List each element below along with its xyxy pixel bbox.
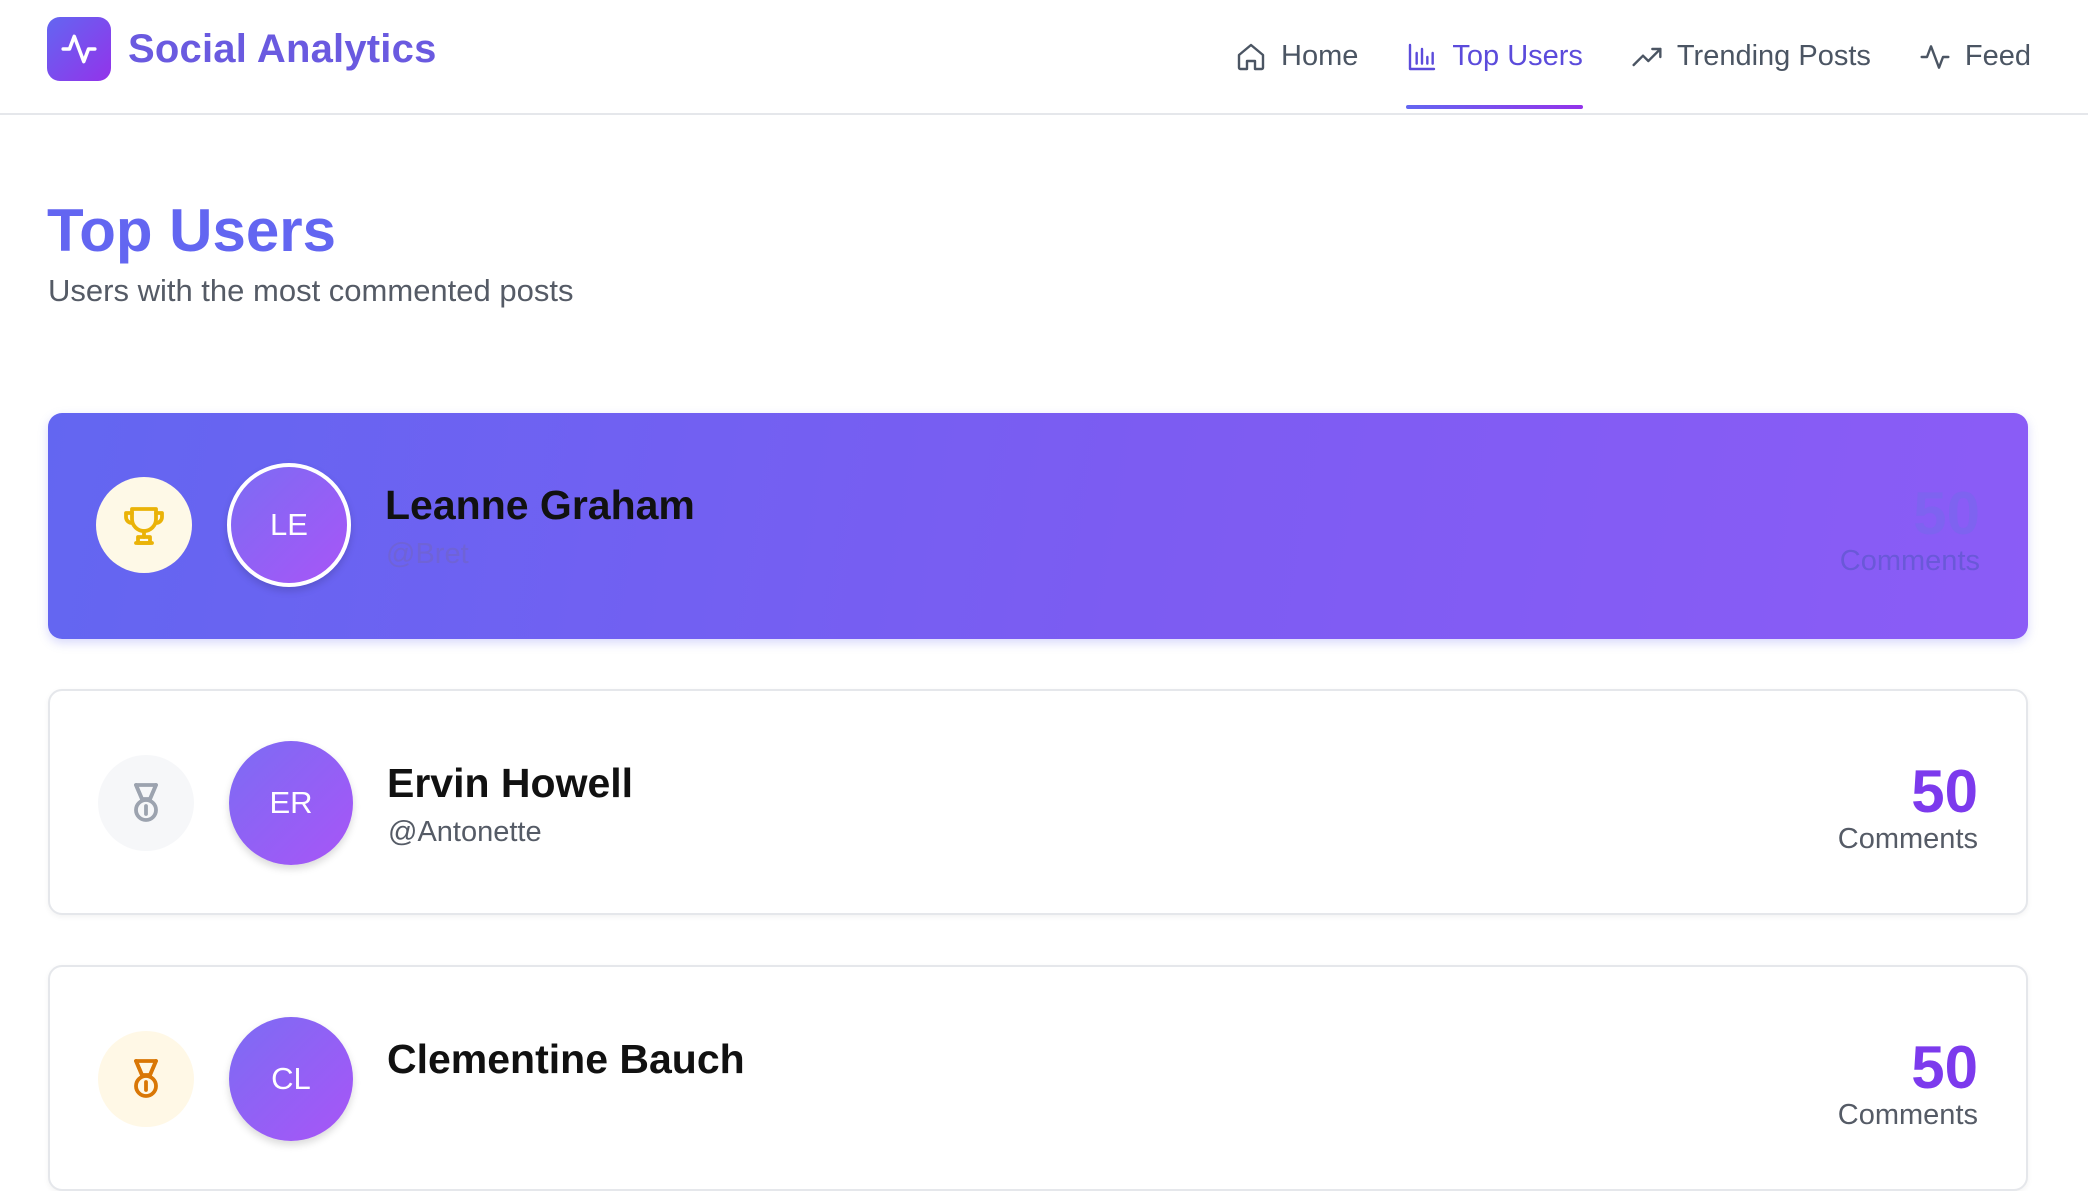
nav-item-label: Feed [1964, 40, 2031, 72]
nav-item-trending-posts[interactable]: Trending Posts [1631, 0, 1871, 113]
medal-icon [98, 755, 194, 851]
nav-item-label: Trending Posts [1676, 40, 1871, 72]
brand[interactable]: Social Analytics [47, 17, 437, 81]
user-handle: @Antonette [388, 816, 542, 848]
nav-item-top-users[interactable]: Top Users [1406, 0, 1583, 113]
page-title: Top Users [47, 197, 336, 264]
nav-item-label: Home [1281, 40, 1359, 72]
avatar: LE [227, 463, 351, 587]
activity-pulse-icon [47, 17, 111, 81]
top-navbar: Social Analytics Home Top Users Trending… [0, 0, 2088, 115]
comment-count: 50 [1911, 758, 1978, 825]
comment-count: 50 [1913, 480, 1980, 547]
avatar: CL [229, 1017, 353, 1141]
page-subtitle: Users with the most commented posts [48, 273, 574, 308]
comment-count: 50 [1911, 1034, 1978, 1101]
trending-up-icon [1631, 41, 1663, 73]
user-handle: @Bret [386, 538, 469, 570]
user-name: Clementine Bauch [387, 1036, 745, 1082]
activity-icon [1919, 41, 1951, 73]
app-title: Social Analytics [128, 26, 437, 71]
user-name: Ervin Howell [387, 760, 634, 806]
nav-item-label: Top Users [1452, 40, 1583, 72]
user-card[interactable]: LE Leanne Graham @Bret 50 Comments [48, 413, 2028, 639]
trophy-icon [96, 477, 192, 573]
user-card[interactable]: CL Clementine Bauch 50 Comments [48, 965, 2028, 1191]
home-icon [1235, 41, 1267, 73]
comment-count-label: Comments [1837, 823, 1978, 855]
bar-chart-icon [1406, 41, 1438, 73]
award-icon [98, 1031, 194, 1127]
nav-item-home[interactable]: Home [1235, 0, 1358, 113]
user-card[interactable]: ER Ervin Howell @Antonette 50 Comments [48, 689, 2028, 915]
user-name: Leanne Graham [385, 482, 695, 528]
nav-item-feed[interactable]: Feed [1919, 0, 2031, 113]
comment-count-label: Comments [1839, 545, 1980, 577]
avatar: ER [229, 741, 353, 865]
main-nav: Home Top Users Trending Posts Feed [1235, 0, 2031, 113]
comment-count-label: Comments [1837, 1099, 1978, 1131]
